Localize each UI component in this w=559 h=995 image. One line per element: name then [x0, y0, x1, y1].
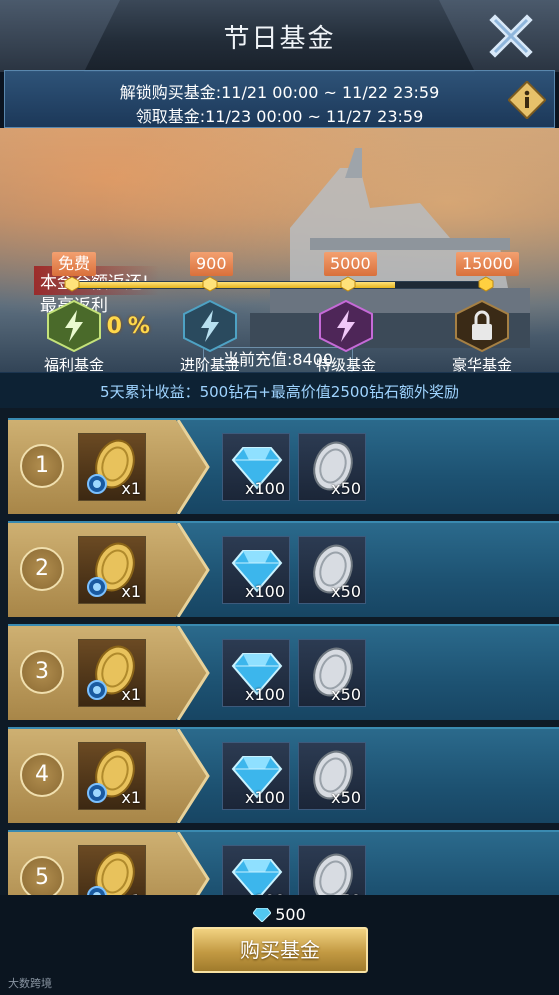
tier-label-5000: 5000 [324, 252, 377, 276]
header-bar: 节日基金 [0, 0, 559, 72]
chevron-right-icon [176, 832, 210, 895]
reward-card-diamond[interactable]: x100 [222, 742, 290, 810]
lightning-icon [183, 299, 237, 353]
recharge-progress-bar [72, 281, 487, 289]
reward-card-silver[interactable]: x50 [298, 639, 366, 707]
reward-row: 5 x1 x100x50 [8, 830, 559, 895]
reward-qty: x100 [244, 685, 285, 704]
reward-list[interactable]: 1 x1 x100 x50 2 x1 x100 x50 3 x1 x100 x50 4 x1 x100 x50… [0, 408, 559, 895]
time-info-banner: 解锁购买基金:11/21 00:00 ~ 11/22 23:59 领取基金:11… [4, 70, 555, 128]
tier-label-900: 900 [190, 252, 233, 276]
reward-card-coin[interactable]: x1 [78, 433, 146, 501]
reward-qty: x50 [331, 479, 361, 498]
reward-row: 2 x1 x100 x50 [8, 521, 559, 617]
unlock-time-text: 解锁购买基金:11/21 00:00 ~ 11/22 23:59 [119, 83, 440, 102]
reward-card-diamond[interactable]: x100 [222, 845, 290, 895]
buy-fund-button[interactable]: 购买基金 [192, 927, 368, 973]
reward-qty: x100 [244, 582, 285, 601]
progress-node-icon [64, 276, 80, 292]
reward-card-diamond[interactable]: x100 [222, 639, 290, 707]
reward-card-coin[interactable]: x1 [78, 536, 146, 604]
gold-coin-icon [87, 851, 135, 895]
lightning-icon [47, 299, 101, 353]
reward-qty: x50 [331, 788, 361, 807]
tier-label-free: 免费 [52, 252, 97, 276]
day-number: 3 [20, 650, 64, 694]
info-icon[interactable] [508, 81, 546, 119]
lock-icon [455, 299, 509, 353]
chevron-right-icon [176, 626, 210, 720]
reward-card-silver[interactable]: x50 [298, 433, 366, 501]
reward-row: 1 x1 x100 x50 [8, 418, 559, 514]
fund-tab-advanced[interactable]: 进阶基金 [170, 299, 250, 376]
page-title: 节日基金 [223, 24, 336, 54]
close-icon[interactable] [489, 14, 533, 58]
reward-card-coin[interactable]: x1 [78, 742, 146, 810]
income-summary-text: 5天累计收益：500钻石+最高价值2500钻石额外奖励 [100, 383, 459, 401]
reward-qty: x50 [331, 685, 361, 704]
reward-card-diamond[interactable]: x100 [222, 433, 290, 501]
silver-coin-icon [313, 853, 353, 895]
diamond-icon [253, 908, 272, 922]
reward-card-silver[interactable]: x50 [298, 845, 366, 895]
reward-qty: x1 [121, 582, 141, 601]
price-value: 500 [275, 905, 306, 924]
footer-bar: 500 购买基金 [0, 895, 559, 995]
reward-card-coin[interactable]: x1 [78, 639, 146, 707]
chevron-right-icon [176, 523, 210, 617]
reward-card-silver[interactable]: x50 [298, 742, 366, 810]
reward-qty: x1 [121, 479, 141, 498]
reward-qty: x1 [121, 788, 141, 807]
fund-tab-welfare[interactable]: 福利基金 [34, 299, 114, 376]
chevron-right-icon [176, 729, 210, 823]
income-summary-bar: 5天累计收益：500钻石+最高价值2500钻石额外奖励 [0, 372, 559, 408]
progress-node-icon [202, 276, 218, 292]
reward-qty: x1 [121, 685, 141, 704]
reward-card-diamond[interactable]: x100 [222, 536, 290, 604]
lightning-icon [319, 299, 373, 353]
day-number: 4 [20, 753, 64, 797]
reward-row: 4 x1 x100 x50 [8, 727, 559, 823]
reward-row: 3 x1 x100 x50 [8, 624, 559, 720]
progress-node-icon [478, 276, 494, 292]
tier-label-15000: 15000 [456, 252, 519, 276]
fund-tab-luxury[interactable]: 豪华基金 [442, 299, 522, 376]
fund-tab-premium[interactable]: 特级基金 [306, 299, 386, 376]
chevron-right-icon [176, 420, 210, 514]
reward-qty: x100 [244, 788, 285, 807]
reward-card-silver[interactable]: x50 [298, 536, 366, 604]
watermark-text: 大数跨境 [8, 977, 52, 990]
day-number: 5 [20, 856, 64, 895]
reward-card-coin[interactable]: x1 [78, 845, 146, 895]
day-number: 2 [20, 547, 64, 591]
claim-time-text: 领取基金:11/23 00:00 ~ 11/27 23:59 [135, 107, 424, 126]
diamond-icon [231, 859, 283, 895]
progress-node-icon [340, 276, 356, 292]
day-number: 1 [20, 444, 64, 488]
reward-qty: x50 [331, 582, 361, 601]
reward-qty: x100 [244, 479, 285, 498]
price-display: 500 [0, 905, 559, 924]
